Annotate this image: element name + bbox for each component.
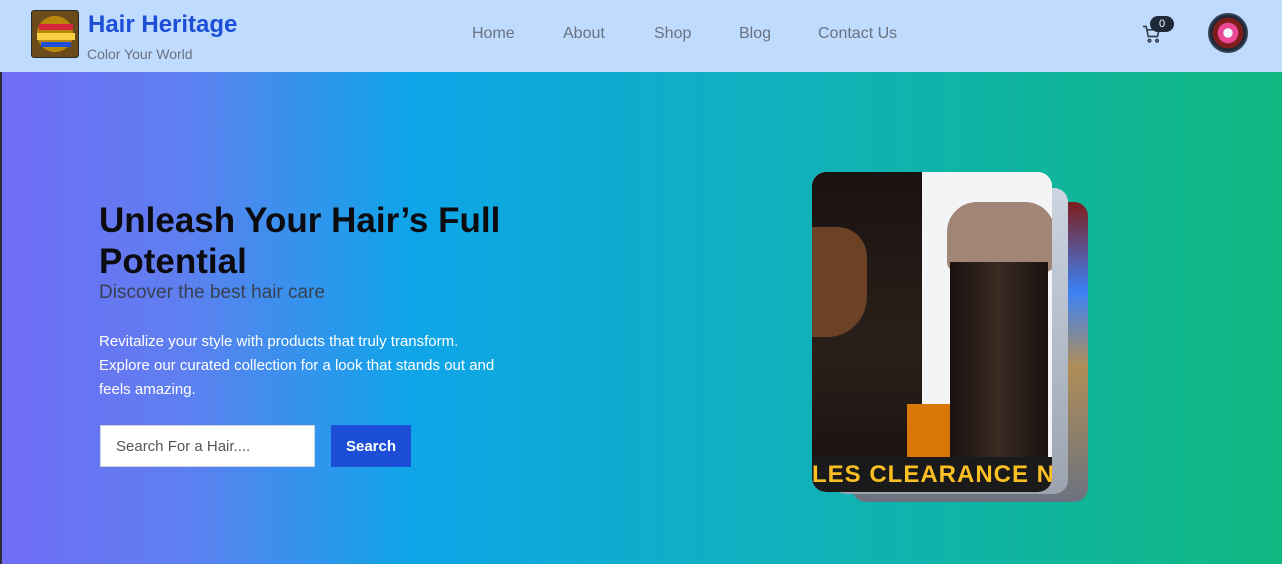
nav-link-home[interactable]: Home <box>472 25 515 43</box>
brand-tagline: Color Your World <box>87 46 193 62</box>
logo-image[interactable] <box>31 10 79 58</box>
navbar: Hair Heritage Color Your World Home Abou… <box>0 0 1282 72</box>
user-avatar[interactable] <box>1208 13 1248 53</box>
search-input[interactable] <box>100 425 315 467</box>
product-card-front[interactable]: LES CLEARANCE NOW <box>812 172 1052 492</box>
cart-count-badge: 0 <box>1150 16 1174 32</box>
nav-link-contact[interactable]: Contact Us <box>818 25 897 43</box>
model-face <box>812 227 867 337</box>
hero-section: Unleash Your Hair’s Full Potential Disco… <box>0 72 1282 564</box>
clearance-banner: LES CLEARANCE NOW <box>812 457 1052 492</box>
nav-link-blog[interactable]: Blog <box>739 25 771 43</box>
search-button[interactable]: Search <box>331 425 411 467</box>
hero-title: Unleash Your Hair’s Full Potential <box>99 201 501 281</box>
hero-description: Revitalize your style with products that… <box>99 333 495 398</box>
hero-subtitle: Discover the best hair care <box>99 282 325 303</box>
nav-link-about[interactable]: About <box>563 25 605 43</box>
nav-link-shop[interactable]: Shop <box>654 25 691 43</box>
brand-title[interactable]: Hair Heritage <box>88 11 237 39</box>
wig-hair <box>950 262 1048 477</box>
